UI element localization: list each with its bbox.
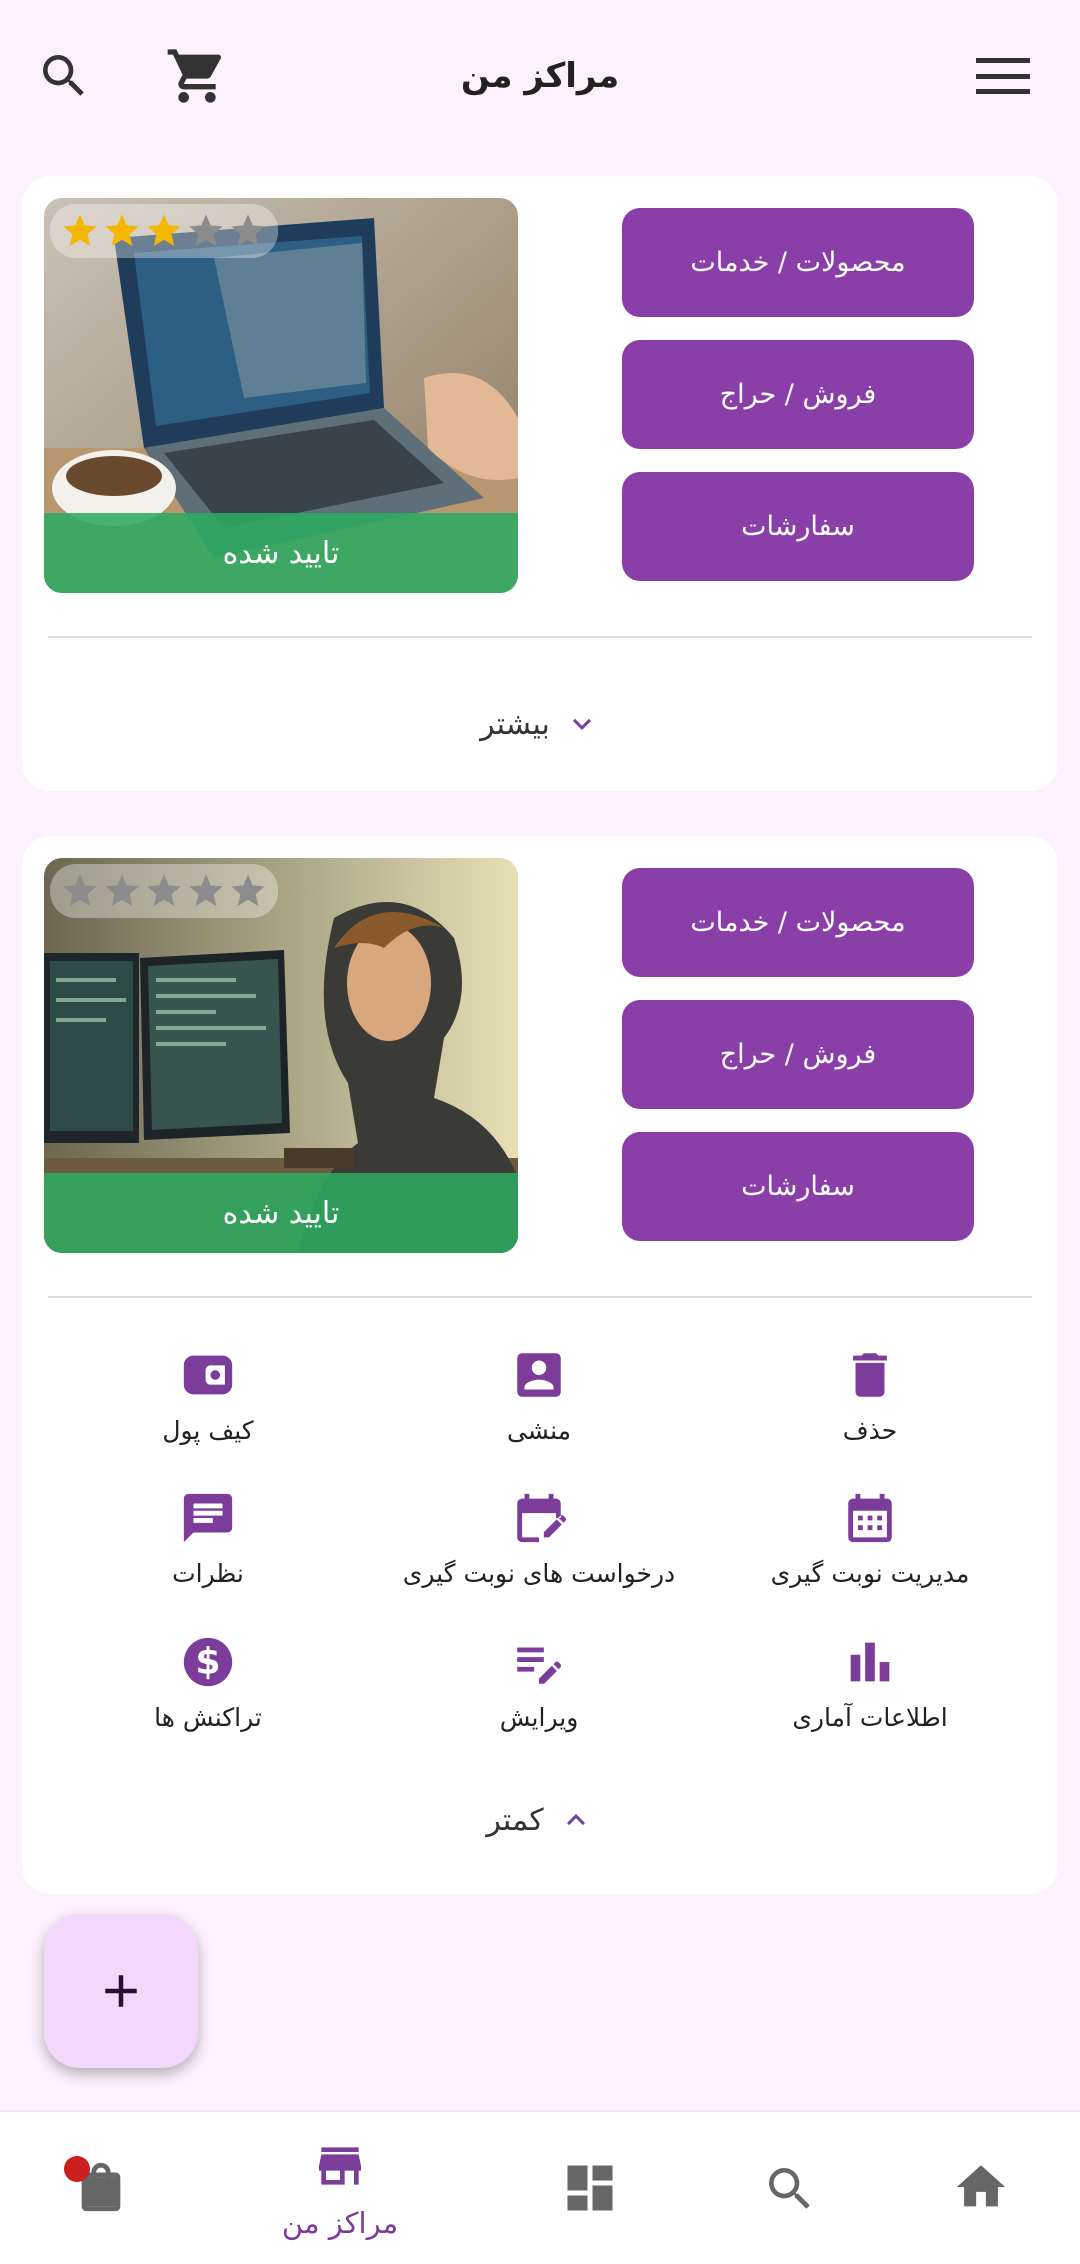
expand-toggle[interactable]: بیشتر: [440, 694, 640, 754]
bar-chart-icon: [850, 1642, 890, 1682]
search-icon: [769, 2168, 810, 2209]
orders-button[interactable]: سفارشات: [622, 1132, 974, 1241]
chevron-down-icon: [572, 718, 591, 730]
expand-label: بیشتر: [480, 706, 550, 742]
divider: [48, 1296, 1032, 1298]
star-icon: [189, 874, 223, 906]
dollar-icon: $: [183, 1637, 233, 1687]
search-icon[interactable]: [36, 46, 92, 106]
star-icon: [147, 874, 181, 906]
action-label: ویرایش: [499, 1703, 579, 1732]
star-icon: [231, 214, 265, 246]
star-icon: [231, 874, 265, 906]
action-label: تراکنش ها: [154, 1703, 262, 1732]
status-badge: تایید شده: [44, 513, 518, 593]
nav-dashboard[interactable]: [540, 2112, 640, 2264]
center-image[interactable]: تایید شده: [44, 198, 518, 593]
transactions-action[interactable]: $ تراکنش ها: [48, 1633, 368, 1743]
plus-icon: [105, 1975, 137, 2007]
calendar-grid-icon: [848, 1493, 892, 1543]
products-services-button[interactable]: محصولات / خدمات: [622, 868, 974, 977]
star-icon: [63, 874, 97, 906]
home-icon: [956, 2165, 1006, 2207]
nav-my-centers[interactable]: مراکز من: [260, 2112, 420, 2264]
comments-action[interactable]: نظرات: [48, 1489, 368, 1599]
collapse-toggle[interactable]: کمتر: [440, 1790, 640, 1850]
star-icon: [63, 214, 97, 246]
store-icon: [319, 2147, 361, 2185]
chevron-up-icon: [566, 1814, 585, 1826]
notification-badge: [64, 2156, 90, 2182]
action-label: کیف پول: [162, 1416, 254, 1445]
star-icon: [189, 214, 223, 246]
nav-label: مراکز من: [281, 2206, 399, 2240]
bottom-navigation: مراکز من: [0, 2110, 1080, 2264]
star-icon: [105, 214, 139, 246]
shopping-cart-icon[interactable]: [162, 44, 232, 108]
action-label: نظرات: [172, 1559, 244, 1588]
action-label: درخواست های نوبت گیری: [402, 1559, 676, 1588]
appointment-management-action[interactable]: مدیریت نوبت گیری: [710, 1489, 1030, 1599]
edit-action[interactable]: ویرایش: [379, 1633, 699, 1743]
collapse-label: کمتر: [486, 1802, 544, 1838]
rating-stars: [50, 204, 278, 258]
nav-home[interactable]: [930, 2112, 1030, 2264]
center-card: تایید شده محصولات / خدمات فروش / حراج سف…: [22, 176, 1058, 791]
divider: [48, 636, 1032, 638]
statistics-action[interactable]: اطلاعات آماری: [710, 1633, 1030, 1743]
sales-auction-button[interactable]: فروش / حراج: [622, 1000, 974, 1109]
center-image[interactable]: تایید شده: [44, 858, 518, 1253]
trash-icon: [853, 1353, 887, 1397]
products-services-button[interactable]: محصولات / خدمات: [622, 208, 974, 317]
dashboard-icon: [567, 2165, 613, 2211]
action-label: اطلاعات آماری: [792, 1703, 948, 1732]
calendar-edit-icon: [517, 1493, 566, 1543]
page-title: مراکز من: [460, 56, 620, 96]
svg-text:$: $: [195, 1640, 220, 1683]
star-icon: [105, 874, 139, 906]
delete-action[interactable]: حذف: [710, 1346, 1030, 1456]
secretary-action[interactable]: منشی: [379, 1346, 699, 1456]
hamburger-menu-icon[interactable]: [976, 56, 1030, 96]
secretary-icon: [517, 1353, 561, 1397]
sales-auction-button[interactable]: فروش / حراج: [622, 340, 974, 449]
star-icon: [147, 214, 181, 246]
wallet-icon: [183, 1355, 233, 1395]
action-label: منشی: [506, 1416, 572, 1445]
wallet-action[interactable]: کیف پول: [48, 1346, 368, 1456]
action-label: حذف: [842, 1416, 898, 1445]
center-card: تایید شده محصولات / خدمات فروش / حراج سف…: [22, 836, 1058, 1894]
appointment-requests-action[interactable]: درخواست های نوبت گیری: [379, 1489, 699, 1599]
status-badge: تایید شده: [44, 1173, 518, 1253]
orders-button[interactable]: سفارشات: [622, 472, 974, 581]
app-header: مراکز من: [0, 0, 1080, 150]
nav-search[interactable]: [740, 2112, 840, 2264]
action-label: مدیریت نوبت گیری: [770, 1559, 970, 1588]
nav-shopping-bag[interactable]: [30, 2112, 170, 2264]
rating-stars: [50, 864, 278, 918]
comment-icon: [183, 1493, 233, 1543]
add-center-button[interactable]: [44, 1914, 198, 2068]
edit-list-icon: [517, 1647, 562, 1684]
